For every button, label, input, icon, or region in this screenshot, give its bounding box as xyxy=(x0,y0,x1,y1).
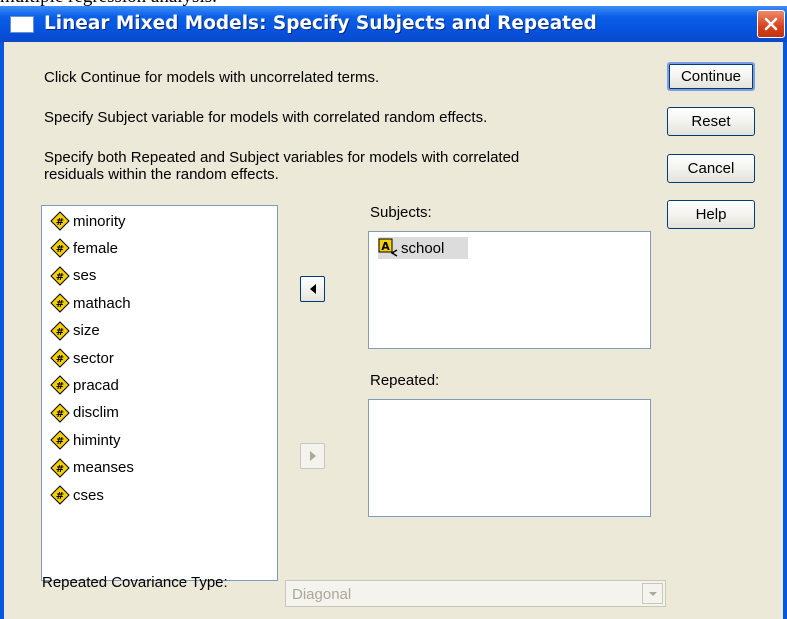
variable-list-item[interactable]: # mathach xyxy=(50,292,131,314)
reset-button[interactable]: Reset xyxy=(667,107,755,136)
variable-list-item[interactable]: # size xyxy=(50,320,100,342)
covariance-type-label: Repeated Covariance Type: xyxy=(42,574,228,591)
dialog-title: Linear Mixed Models: Specify Subjects an… xyxy=(44,13,597,34)
instruction-text-4: residuals within the random effects. xyxy=(44,166,279,183)
subjects-move-button[interactable] xyxy=(300,276,325,302)
instruction-text-1: Click Continue for models with uncorrela… xyxy=(44,69,380,86)
variable-list-item[interactable]: # meanses xyxy=(50,457,134,479)
svg-text:#: # xyxy=(56,464,64,475)
repeated-label: Repeated: xyxy=(370,372,440,389)
svg-text:#: # xyxy=(56,491,64,502)
hash-scale-icon: # xyxy=(50,457,70,478)
svg-text:#: # xyxy=(56,244,64,255)
string-nominal-icon: A xyxy=(378,238,398,258)
title-bar: Linear Mixed Models: Specify Subjects an… xyxy=(0,6,787,42)
instruction-text-2: Specify Subject variable for models with… xyxy=(44,109,488,126)
continue-button[interactable]: Continue xyxy=(667,62,755,91)
variable-list-item[interactable]: # female xyxy=(50,237,118,259)
close-icon xyxy=(764,17,778,31)
instruction-text-3: Specify both Repeated and Subject variab… xyxy=(44,149,520,166)
subjects-list[interactable]: A school xyxy=(368,231,651,349)
covariance-type-value: Diagonal xyxy=(292,586,352,603)
cancel-button[interactable]: Cancel xyxy=(667,154,755,183)
repeated-list[interactable] xyxy=(368,399,651,517)
svg-text:#: # xyxy=(56,217,64,228)
dialog-window: Linear Mixed Models: Specify Subjects an… xyxy=(0,6,787,619)
repeated-move-button[interactable] xyxy=(300,443,325,469)
variable-label: female xyxy=(73,239,119,257)
svg-text:#: # xyxy=(56,381,64,392)
variable-label: himinty xyxy=(73,431,121,449)
arrow-right-icon xyxy=(309,451,316,461)
dialog-client-area: Click Continue for models with uncorrela… xyxy=(4,42,783,619)
subjects-item-label: school xyxy=(401,239,445,257)
hash-scale-icon: # xyxy=(50,485,70,505)
variable-label: minority xyxy=(73,212,126,230)
variable-label: pracad xyxy=(73,376,119,394)
svg-text:#: # xyxy=(56,354,64,365)
covariance-type-select[interactable]: Diagonal xyxy=(285,580,666,607)
chevron-down-icon[interactable] xyxy=(642,583,663,604)
variable-label: sector xyxy=(73,349,114,367)
variable-list-item[interactable]: # ses xyxy=(50,265,96,287)
variable-list-item[interactable]: # minority xyxy=(50,210,126,232)
variable-list-item[interactable]: # cses xyxy=(50,484,104,506)
source-variable-list[interactable]: # minority # female # ses # mathach # size # sector… xyxy=(41,205,278,581)
hash-scale-icon: # xyxy=(50,238,70,259)
subjects-label: Subjects: xyxy=(370,204,432,221)
svg-text:#: # xyxy=(56,327,64,338)
variable-label: mathach xyxy=(73,294,131,312)
help-button[interactable]: Help xyxy=(667,200,755,229)
window-icon xyxy=(10,16,34,33)
close-button[interactable] xyxy=(757,10,785,38)
hash-scale-icon: # xyxy=(50,430,70,450)
hash-scale-icon: # xyxy=(50,293,70,313)
variable-list-item[interactable]: # disclim xyxy=(50,402,119,424)
variable-label: ses xyxy=(73,267,97,285)
subjects-list-item[interactable]: A school xyxy=(378,237,468,259)
variable-label: size xyxy=(73,322,100,340)
variable-label: cses xyxy=(73,486,104,504)
hash-scale-icon: # xyxy=(50,375,70,396)
hash-scale-icon: # xyxy=(50,320,70,341)
variable-list-item[interactable]: # sector xyxy=(50,347,114,369)
svg-text:#: # xyxy=(56,272,64,283)
hash-scale-icon: # xyxy=(50,403,70,423)
arrow-left-icon xyxy=(309,284,316,294)
svg-text:#: # xyxy=(56,436,64,447)
variable-label: disclim xyxy=(73,404,119,422)
hash-scale-icon: # xyxy=(50,211,70,231)
svg-text:A: A xyxy=(381,240,390,253)
variable-list-item[interactable]: # himinty xyxy=(50,429,121,451)
hash-scale-icon: # xyxy=(50,266,70,286)
svg-text:#: # xyxy=(56,299,64,310)
variable-list-item[interactable]: # pracad xyxy=(50,374,119,396)
svg-text:#: # xyxy=(56,409,64,420)
hash-scale-icon: # xyxy=(50,348,70,368)
variable-label: meanses xyxy=(73,459,134,477)
